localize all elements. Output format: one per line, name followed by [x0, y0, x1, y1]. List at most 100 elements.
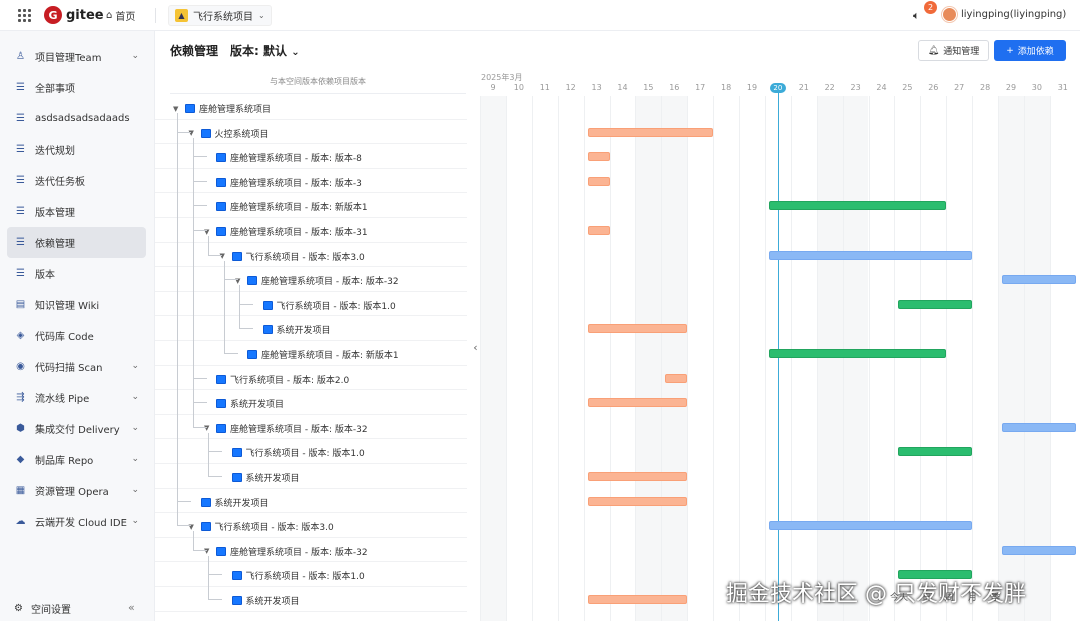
sidebar-item-label: 全部事项 [35, 84, 75, 95]
tree-row[interactable]: 座舱管理系统项目 - 版本: 新版本1 [155, 341, 467, 366]
gantt-bar[interactable] [587, 226, 610, 235]
gantt-bar[interactable] [587, 496, 688, 506]
tree-row[interactable]: ▼ 座舱管理系统项目 - 版本: 版本-31 [155, 218, 467, 243]
tree-connector [192, 205, 207, 207]
sidebar-item[interactable]: ⇶ 流水线 Pipe ⌄ [7, 382, 146, 413]
gantt-bar[interactable] [665, 373, 688, 383]
day-label: 23 [850, 83, 861, 92]
sidebar-item[interactable]: ☰ 版本管理 [7, 196, 146, 227]
tree-row[interactable]: 飞行系统项目 - 版本: 版本1.0 [155, 292, 467, 317]
caret-down-icon[interactable]: ▼ [173, 105, 181, 113]
tree-connector [192, 137, 194, 427]
zoom-option[interactable]: 季 [991, 590, 1000, 603]
tree-row[interactable]: ▼ 座舱管理系统项目 - 版本: 版本-32 [155, 267, 467, 292]
zoom-option[interactable]: 日 [922, 590, 931, 603]
gantt-bar[interactable] [768, 349, 947, 358]
tree-row[interactable]: 系统开发项目 [155, 587, 467, 612]
caret-down-icon[interactable]: ▼ [204, 228, 212, 236]
tree-row[interactable]: ▼ 座舱管理系统项目 - 版本: 版本-32 [155, 538, 467, 563]
tree-row[interactable]: 飞行系统项目 - 版本: 版本1.0 [155, 439, 467, 464]
home-link[interactable]: ⌂ 首页 [106, 8, 135, 23]
sidebar-item[interactable]: ▦ 资源管理 Opera ⌄ [7, 475, 146, 506]
caret-down-icon[interactable]: ▼ [189, 129, 197, 137]
day-column [557, 96, 584, 621]
caret-down-icon[interactable]: ▼ [204, 424, 212, 432]
notification-badge: 2 [924, 1, 937, 14]
sidebar-item[interactable]: ◉ 代码扫描 Scan ⌄ [7, 351, 146, 382]
tree-row[interactable]: ▼ 火控系统项目 [155, 120, 467, 145]
tree-node-label: 座舱管理系统项目 - 版本: 版本-32 [230, 547, 368, 558]
zoom-option[interactable]: 月 [968, 590, 977, 603]
tree-row[interactable]: 系统开发项目 [155, 464, 467, 489]
caret-down-icon[interactable]: ▼ [220, 252, 228, 260]
gitee-logo[interactable]: G gitee [44, 6, 104, 24]
gantt-bar[interactable] [587, 472, 688, 481]
sidebar-item[interactable]: ◆ 制品库 Repo ⌄ [7, 444, 146, 475]
gantt-bar[interactable] [1002, 545, 1076, 555]
sidebar-item[interactable]: ☰ 依赖管理 [7, 227, 146, 258]
day-column [739, 96, 765, 621]
caret-down-icon[interactable]: ▼ [189, 523, 197, 531]
brand-name: gitee [66, 7, 104, 23]
sidebar-item[interactable]: ▤ 知识管理 Wiki [7, 289, 146, 320]
gantt-bar[interactable] [898, 447, 973, 457]
tree-row[interactable]: ▼ 座舱管理系统项目 [155, 95, 467, 120]
tree-row[interactable]: ▼ 飞行系统项目 - 版本: 版本3.0 [155, 513, 467, 538]
gantt-bar[interactable] [587, 398, 688, 408]
day-column [661, 96, 688, 621]
gantt-bar[interactable] [587, 324, 688, 334]
sidebar-item[interactable]: ⬢ 集成交付 Delivery ⌄ [7, 413, 146, 444]
gantt-bar[interactable] [587, 176, 610, 186]
gantt-bar[interactable] [587, 152, 610, 162]
caret-down-icon[interactable]: ▼ [235, 277, 243, 285]
apps-grid-icon[interactable] [18, 9, 31, 22]
tree-row[interactable]: 座舱管理系统项目 - 版本: 新版本1 [155, 193, 467, 218]
add-dependency-label: 添加依赖 [1017, 47, 1054, 57]
zoom-option[interactable]: 今天 [890, 590, 908, 603]
gantt-bar[interactable] [1002, 422, 1076, 432]
sidebar-item[interactable]: ☰ 迭代任务板 [7, 165, 146, 196]
gantt-bar[interactable] [898, 299, 973, 309]
gantt-bar[interactable] [768, 521, 973, 531]
gantt-bar[interactable] [1002, 275, 1076, 285]
sidebar-item[interactable]: ☁ 云端开发 Cloud IDE ⌄ [7, 506, 146, 537]
project-switcher[interactable]: ▲ 飞行系统项目 ⌄ [168, 5, 272, 26]
tree-row[interactable]: ▼ 飞行系统项目 - 版本: 版本3.0 [155, 243, 467, 268]
tree-node-label: 飞行系统项目 - 版本: 版本1.0 [245, 449, 365, 460]
sidebar-item[interactable]: ♙ 项目管理Team ⌄ [7, 41, 146, 72]
space-settings-link[interactable]: ⚙ 空间设置 [14, 601, 71, 616]
announcement-icon[interactable]: 🔈︎ [913, 9, 920, 23]
tree-node-label: 系统开发项目 [214, 498, 269, 509]
tree-connector [239, 328, 253, 330]
tree-row[interactable]: 系统开发项目 [155, 489, 467, 514]
zoom-option[interactable]: 周 [945, 590, 954, 603]
sidebar-item[interactable]: ☰ 迭代规划 [7, 134, 146, 165]
gantt-bar[interactable] [587, 127, 714, 137]
tree-row[interactable]: 座舱管理系统项目 - 版本: 版本-8 [155, 144, 467, 169]
tree-row[interactable]: 飞行系统项目 - 版本: 版本2.0 [155, 366, 467, 391]
add-dependency-button[interactable]: + 添加依赖 [994, 40, 1066, 61]
tree-row[interactable]: 系统开发项目 [155, 390, 467, 415]
collapse-sidebar-icon[interactable]: « [128, 601, 135, 614]
sidebar-item[interactable]: ◈ 代码库 Code [7, 320, 146, 351]
tree-row[interactable]: 座舱管理系统项目 - 版本: 版本-3 [155, 169, 467, 194]
user-menu[interactable]: liyingping(liyingping) ⌄ [942, 7, 1080, 22]
tree-row[interactable]: 系统开发项目 [155, 316, 467, 341]
gantt-bar[interactable] [587, 595, 688, 604]
sidebar-item[interactable]: ☰ 版本 [7, 258, 146, 289]
cloud-icon: ☁ [15, 516, 26, 527]
tree-node: 飞行系统项目 - 版本: 版本2.0 [204, 373, 349, 386]
day-label: 29 [1005, 83, 1017, 92]
tree-row[interactable]: 飞行系统项目 - 版本: 版本1.0 [155, 562, 467, 587]
gantt-bar[interactable] [768, 201, 947, 211]
notify-manage-button[interactable]: 🔔︎ 通知管理 [918, 40, 989, 61]
caret-down-icon[interactable]: ▼ [204, 547, 212, 555]
sidebar-item[interactable]: ☰ asdsadsadsadaads [7, 103, 146, 134]
tree-node-label: 座舱管理系统项目 - 版本: 版本-32 [230, 424, 368, 435]
tree-row[interactable]: ▼ 座舱管理系统项目 - 版本: 版本-32 [155, 415, 467, 440]
sidebar-item[interactable]: ☰ 全部事项 [7, 72, 146, 103]
gantt-bar[interactable] [768, 250, 973, 260]
tree-connector [192, 402, 207, 404]
tree-node: ▼ 座舱管理系统项目 - 版本: 版本-32 [204, 422, 368, 435]
version-selector[interactable]: 版本: 默认 ⌄ [230, 42, 300, 59]
